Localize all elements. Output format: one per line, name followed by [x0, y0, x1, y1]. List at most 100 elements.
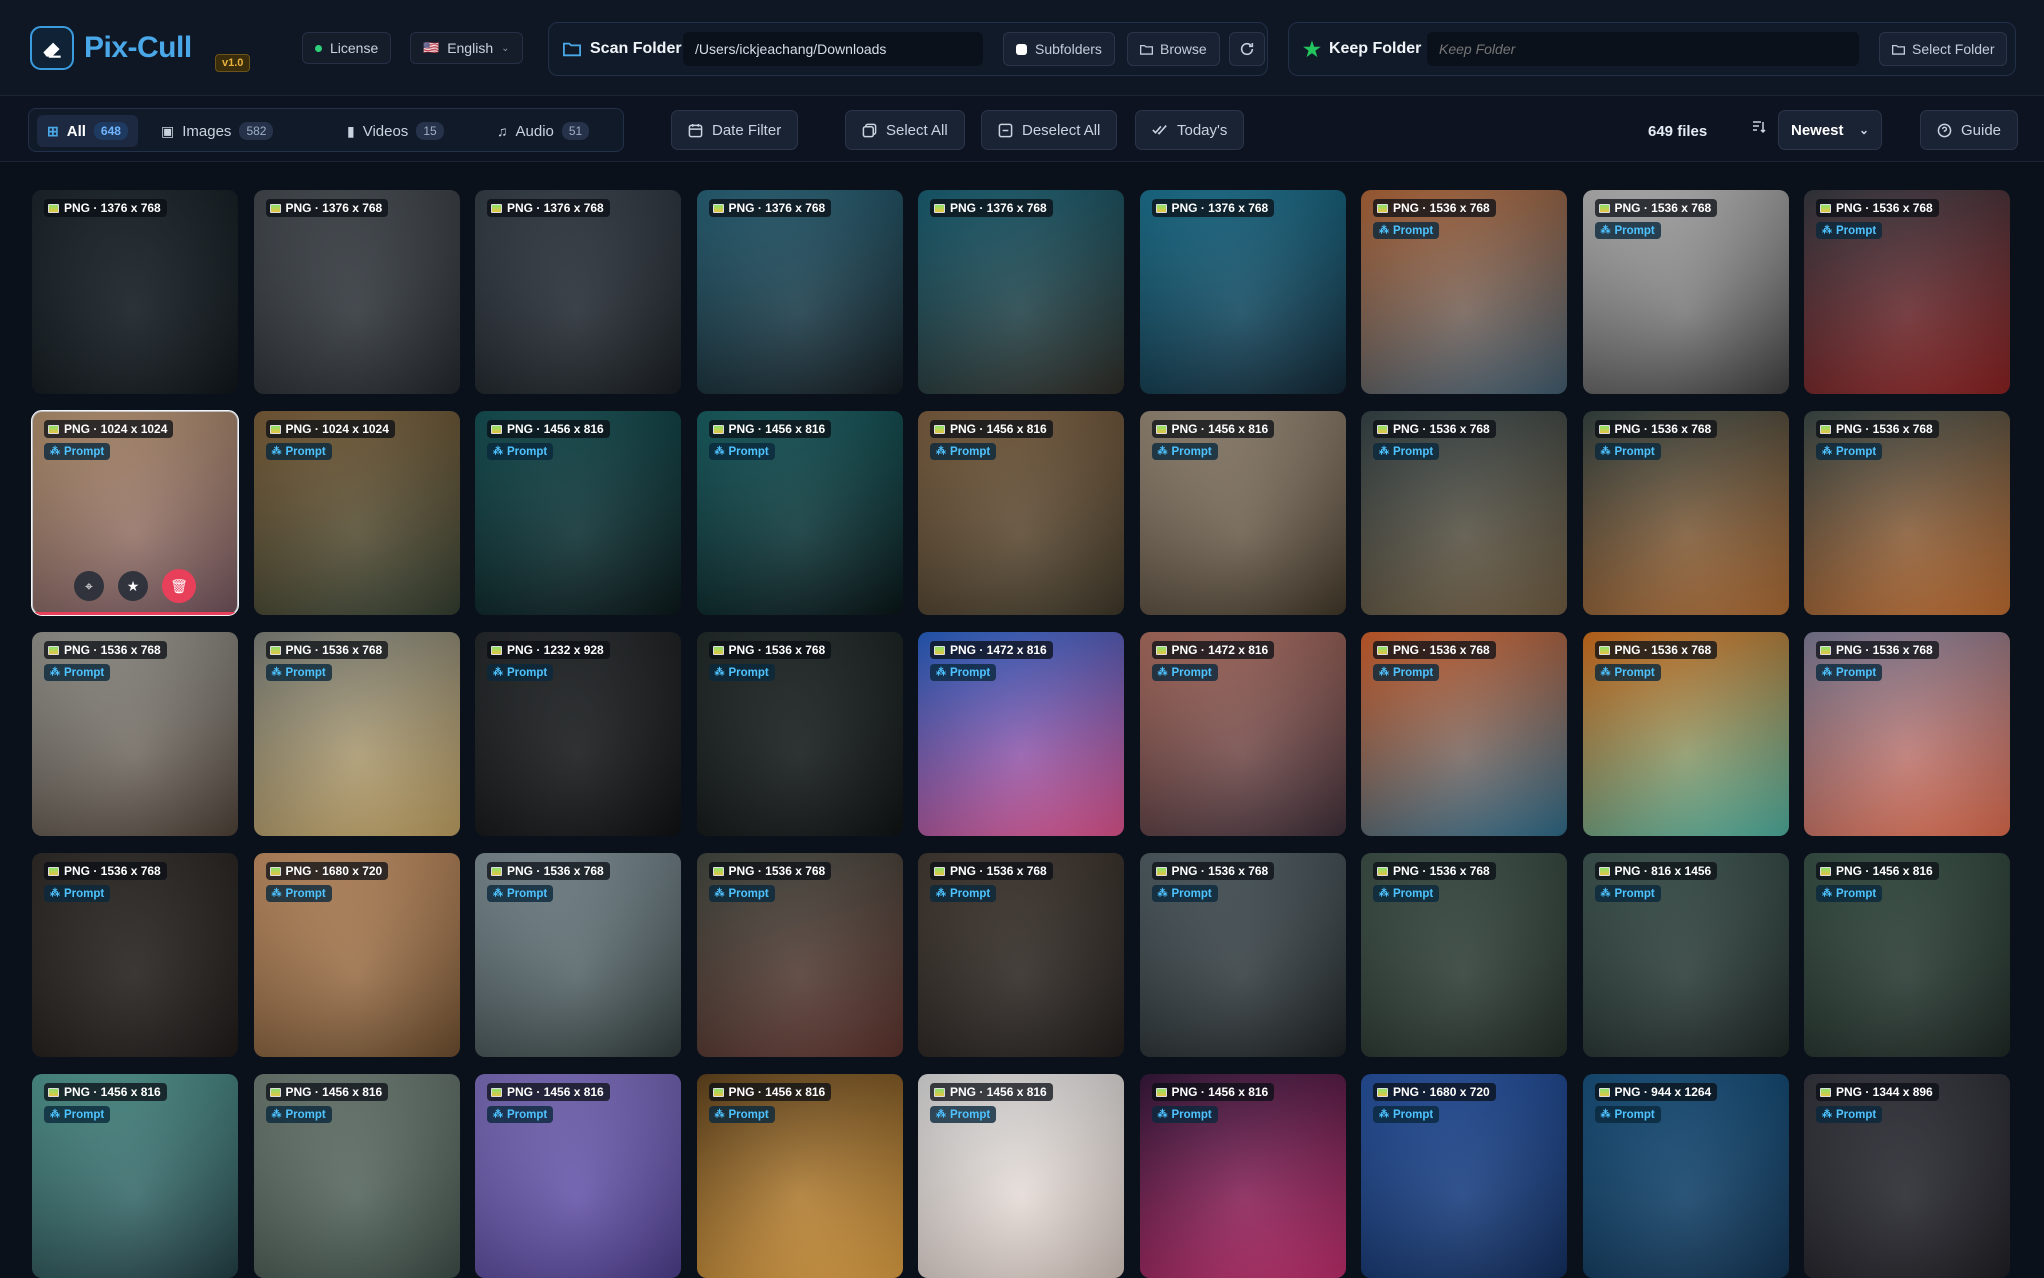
prompt-badge[interactable]: ⁂ Prompt [708, 885, 775, 902]
keep-folder-input[interactable] [1427, 32, 1859, 66]
media-tile[interactable]: PNG · 1472 x 816 ⁂ Prompt [1139, 632, 1346, 836]
prompt-badge[interactable]: ⁂ Prompt [487, 664, 554, 681]
media-tile[interactable]: PNG · 1680 x 720 ⁂ Prompt [1361, 1074, 1567, 1278]
media-tile[interactable]: PNG · 1536 x 768 ⁂ Prompt [1582, 190, 1789, 394]
prompt-badge[interactable]: ⁂ Prompt [1373, 664, 1440, 681]
prompt-badge[interactable]: ⁂ Prompt [1816, 1106, 1883, 1123]
prompt-badge[interactable]: ⁂ Prompt [708, 664, 775, 681]
locate-button[interactable]: ⌖ [74, 571, 104, 601]
media-tile[interactable]: PNG · 1536 x 768 ⁂ Prompt [1582, 411, 1789, 615]
media-tile[interactable]: PNG · 1376 x 768 [918, 190, 1124, 394]
prompt-badge[interactable]: ⁂ Prompt [930, 1106, 997, 1123]
media-tile[interactable]: PNG · 1536 x 768 ⁂ Prompt [1804, 411, 2010, 615]
media-tile[interactable]: PNG · 1456 x 816 ⁂ Prompt [1139, 411, 1346, 615]
media-tile[interactable]: PNG · 1536 x 768 ⁂ Prompt [1361, 411, 1567, 615]
prompt-badge[interactable]: ⁂ Prompt [44, 664, 111, 681]
media-tile[interactable]: PNG · 1536 x 768 ⁂ Prompt [32, 632, 238, 836]
prompt-badge[interactable]: ⁂ Prompt [265, 664, 332, 681]
media-tile[interactable]: PNG · 1024 x 1024 ⁂ Prompt ⌖ ★ 🗑 [31, 410, 239, 616]
media-tile[interactable]: PNG · 944 x 1264 ⁂ Prompt [1582, 1074, 1789, 1278]
tab-all[interactable]: ⊞ All 648 [37, 115, 138, 147]
media-tile[interactable]: PNG · 1456 x 816 ⁂ Prompt [918, 1074, 1124, 1278]
media-tile[interactable]: PNG · 1232 x 928 ⁂ Prompt [475, 632, 681, 836]
prompt-badge[interactable]: ⁂ Prompt [1151, 443, 1218, 460]
prompt-badge[interactable]: ⁂ Prompt [1151, 1106, 1218, 1123]
scan-folder-path[interactable]: /Users/ickjeachang/Downloads [683, 32, 983, 66]
media-tile[interactable]: PNG · 1536 x 768 ⁂ Prompt [1804, 632, 2010, 836]
prompt-badge[interactable]: ⁂ Prompt [487, 443, 554, 460]
media-tile[interactable]: PNG · 1456 x 816 ⁂ Prompt [918, 411, 1124, 615]
prompt-badge[interactable]: ⁂ Prompt [1373, 885, 1440, 902]
prompt-badge[interactable]: ⁂ Prompt [708, 443, 775, 460]
media-tile[interactable]: PNG · 1456 x 816 ⁂ Prompt [696, 1074, 903, 1278]
media-tile[interactable]: PNG · 1536 x 768 ⁂ Prompt [32, 853, 238, 1057]
media-tile[interactable]: PNG · 1536 x 768 ⁂ Prompt [1361, 632, 1567, 836]
prompt-badge[interactable]: ⁂ Prompt [1594, 443, 1661, 460]
prompt-badge[interactable]: ⁂ Prompt [44, 1106, 111, 1123]
media-tile[interactable]: PNG · 1376 x 768 [253, 190, 460, 394]
media-tile[interactable]: PNG · 1536 x 768 ⁂ Prompt [1139, 853, 1346, 1057]
media-tile[interactable]: PNG · 1024 x 1024 ⁂ Prompt [253, 411, 460, 615]
prompt-badge[interactable]: ⁂ Prompt [708, 1106, 775, 1123]
select-all-button[interactable]: Select All [845, 110, 965, 150]
media-tile[interactable]: PNG · 1456 x 816 ⁂ Prompt [1804, 853, 2010, 1057]
media-tile[interactable]: PNG · 1456 x 816 ⁂ Prompt [1139, 1074, 1346, 1278]
prompt-badge[interactable]: ⁂ Prompt [265, 885, 332, 902]
prompt-badge[interactable]: ⁂ Prompt [265, 1106, 332, 1123]
prompt-badge[interactable]: ⁂ Prompt [1816, 222, 1883, 239]
prompt-badge[interactable]: ⁂ Prompt [487, 1106, 554, 1123]
prompt-badge[interactable]: ⁂ Prompt [1594, 222, 1661, 239]
media-tile[interactable]: PNG · 1536 x 768 ⁂ Prompt [696, 632, 903, 836]
prompt-badge[interactable]: ⁂ Prompt [1594, 885, 1661, 902]
media-tile[interactable]: PNG · 1456 x 816 ⁂ Prompt [475, 411, 681, 615]
sort-select[interactable]: Newest ⌄ [1778, 110, 1882, 150]
media-tile[interactable]: PNG · 1376 x 768 [696, 190, 903, 394]
prompt-badge[interactable]: ⁂ Prompt [1373, 222, 1440, 239]
media-tile[interactable]: PNG · 1376 x 768 [475, 190, 681, 394]
prompt-badge[interactable]: ⁂ Prompt [1594, 1106, 1661, 1123]
media-tile[interactable]: PNG · 1536 x 768 ⁂ Prompt [1804, 190, 2010, 394]
prompt-badge[interactable]: ⁂ Prompt [930, 664, 997, 681]
media-tile[interactable]: PNG · 1536 x 768 ⁂ Prompt [1361, 853, 1567, 1057]
refresh-button[interactable] [1229, 32, 1265, 66]
prompt-badge[interactable]: ⁂ Prompt [1594, 664, 1661, 681]
delete-button[interactable]: 🗑 [162, 569, 196, 603]
tab-audio[interactable]: ♫ Audio 51 [487, 115, 599, 147]
media-tile[interactable]: PNG · 1536 x 768 ⁂ Prompt [475, 853, 681, 1057]
media-tile[interactable]: PNG · 1456 x 816 ⁂ Prompt [32, 1074, 238, 1278]
prompt-badge[interactable]: ⁂ Prompt [44, 885, 111, 902]
media-tile[interactable]: PNG · 1376 x 768 [32, 190, 238, 394]
prompt-badge[interactable]: ⁂ Prompt [265, 443, 332, 460]
prompt-badge[interactable]: ⁂ Prompt [930, 443, 997, 460]
prompt-badge[interactable]: ⁂ Prompt [1151, 664, 1218, 681]
prompt-badge[interactable]: ⁂ Prompt [930, 885, 997, 902]
language-select[interactable]: 🇺🇸 English ⌄ [410, 32, 523, 64]
guide-button[interactable]: Guide [1920, 110, 2019, 150]
sort-icon[interactable] [1752, 120, 1766, 134]
media-tile[interactable]: PNG · 1344 x 896 ⁂ Prompt [1804, 1074, 2010, 1278]
date-filter-button[interactable]: Date Filter [671, 110, 799, 150]
prompt-badge[interactable]: ⁂ Prompt [1816, 885, 1883, 902]
deselect-all-button[interactable]: Deselect All [981, 110, 1118, 150]
media-tile[interactable]: PNG · 1536 x 768 ⁂ Prompt [1361, 190, 1567, 394]
media-tile[interactable]: PNG · 1680 x 720 ⁂ Prompt [253, 853, 460, 1057]
prompt-badge[interactable]: ⁂ Prompt [44, 443, 111, 460]
media-tile[interactable]: PNG · 1472 x 816 ⁂ Prompt [918, 632, 1124, 836]
prompt-badge[interactable]: ⁂ Prompt [1151, 885, 1218, 902]
prompt-badge[interactable]: ⁂ Prompt [1816, 664, 1883, 681]
prompt-badge[interactable]: ⁂ Prompt [1373, 1106, 1440, 1123]
media-tile[interactable]: PNG · 1536 x 768 ⁂ Prompt [696, 853, 903, 1057]
media-tile[interactable]: PNG · 1456 x 816 ⁂ Prompt [253, 1074, 460, 1278]
media-tile[interactable]: PNG · 1536 x 768 ⁂ Prompt [918, 853, 1124, 1057]
media-tile[interactable]: PNG · 1456 x 816 ⁂ Prompt [475, 1074, 681, 1278]
media-tile[interactable]: PNG · 816 x 1456 ⁂ Prompt [1582, 853, 1789, 1057]
media-tile[interactable]: PNG · 1456 x 816 ⁂ Prompt [696, 411, 903, 615]
prompt-badge[interactable]: ⁂ Prompt [487, 885, 554, 902]
license-button[interactable]: License [302, 32, 392, 64]
browse-button[interactable]: Browse [1127, 32, 1220, 66]
tab-images[interactable]: ▣ Images 582 [151, 115, 283, 147]
tab-videos[interactable]: ▮ Videos 15 [337, 115, 454, 147]
media-tile[interactable]: PNG · 1376 x 768 [1139, 190, 1346, 394]
todays-button[interactable]: Today's [1135, 110, 1245, 150]
subfolders-toggle[interactable]: Subfolders [1003, 32, 1115, 66]
